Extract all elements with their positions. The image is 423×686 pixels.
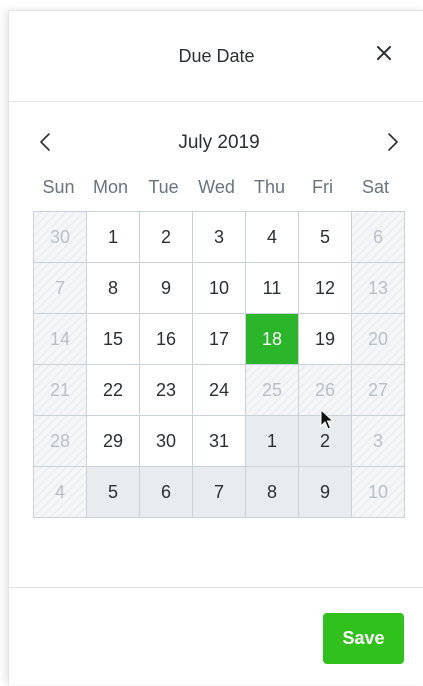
close-icon[interactable]	[372, 41, 396, 65]
day-cell[interactable]: 16	[140, 314, 193, 365]
weekday-tue: Tue	[148, 177, 179, 197]
day-cell-weekend: 20	[352, 314, 405, 365]
day-cell-prev-month: 30	[34, 212, 87, 263]
calendar: July 2019 Sun Mon Tue Wed Thu Fri Sat 30…	[33, 119, 405, 518]
due-date-panel: Due Date July 2019 Sun Mon Tue Wed Thu F…	[8, 10, 423, 685]
day-cell-disabled: 26	[299, 365, 352, 416]
day-cell[interactable]: 29	[87, 416, 140, 467]
day-cell-weekend: 13	[352, 263, 405, 314]
day-cell-weekend: 3	[352, 416, 405, 467]
day-cell[interactable]: 12	[299, 263, 352, 314]
calendar-grid: 30 1 2 3 4 5 6 7 8 9 10 11 12 13 14 15 1…	[33, 211, 405, 518]
month-navigation: July 2019	[33, 119, 405, 167]
day-cell-next-month[interactable]: 9	[299, 467, 352, 518]
day-cell-next-month[interactable]: 2	[299, 416, 352, 467]
day-cell[interactable]: 4	[246, 212, 299, 263]
weekday-fri: Fri	[312, 177, 333, 197]
day-cell[interactable]: 24	[193, 365, 246, 416]
day-cell-next-month[interactable]: 1	[246, 416, 299, 467]
chevron-right-icon[interactable]	[381, 130, 403, 154]
day-cell-weekend: 27	[352, 365, 405, 416]
weekday-wed: Wed	[198, 177, 235, 197]
day-cell[interactable]: 9	[140, 263, 193, 314]
day-cell[interactable]: 19	[299, 314, 352, 365]
panel-footer: Save	[9, 587, 423, 686]
day-cell-selected[interactable]: 18	[246, 314, 299, 365]
day-cell[interactable]: 23	[140, 365, 193, 416]
day-cell-weekend: 10	[352, 467, 405, 518]
day-cell[interactable]: 22	[87, 365, 140, 416]
weekday-thu: Thu	[253, 177, 286, 197]
day-cell[interactable]: 1	[87, 212, 140, 263]
day-cell-next-month[interactable]: 7	[193, 467, 246, 518]
day-cell[interactable]: 10	[193, 263, 246, 314]
panel-header: Due Date	[9, 11, 423, 102]
day-cell[interactable]: 8	[87, 263, 140, 314]
day-cell[interactable]: 2	[140, 212, 193, 263]
weekday-sat: Sat	[361, 177, 390, 197]
day-cell-weekend: 6	[352, 212, 405, 263]
day-cell[interactable]: 5	[299, 212, 352, 263]
panel-title: Due Date	[178, 46, 255, 66]
day-cell-weekend: 21	[34, 365, 87, 416]
day-cell[interactable]: 17	[193, 314, 246, 365]
month-label: July 2019	[178, 132, 260, 153]
day-cell-next-month[interactable]: 6	[140, 467, 193, 518]
day-cell[interactable]: 30	[140, 416, 193, 467]
day-cell-next-month[interactable]: 5	[87, 467, 140, 518]
day-cell-weekend: 4	[34, 467, 87, 518]
day-cell-weekend: 14	[34, 314, 87, 365]
day-cell-next-month[interactable]: 8	[246, 467, 299, 518]
day-cell-weekend: 7	[34, 263, 87, 314]
weekday-sun: Sun	[42, 177, 75, 197]
weekday-header: Sun Mon Tue Wed Thu Fri Sat	[33, 167, 405, 207]
day-cell[interactable]: 31	[193, 416, 246, 467]
weekday-mon: Mon	[92, 177, 128, 197]
day-cell[interactable]: 3	[193, 212, 246, 263]
day-cell[interactable]: 15	[87, 314, 140, 365]
day-cell[interactable]: 11	[246, 263, 299, 314]
day-cell-disabled: 25	[246, 365, 299, 416]
save-button[interactable]: Save	[323, 613, 404, 664]
day-cell-weekend: 28	[34, 416, 87, 467]
